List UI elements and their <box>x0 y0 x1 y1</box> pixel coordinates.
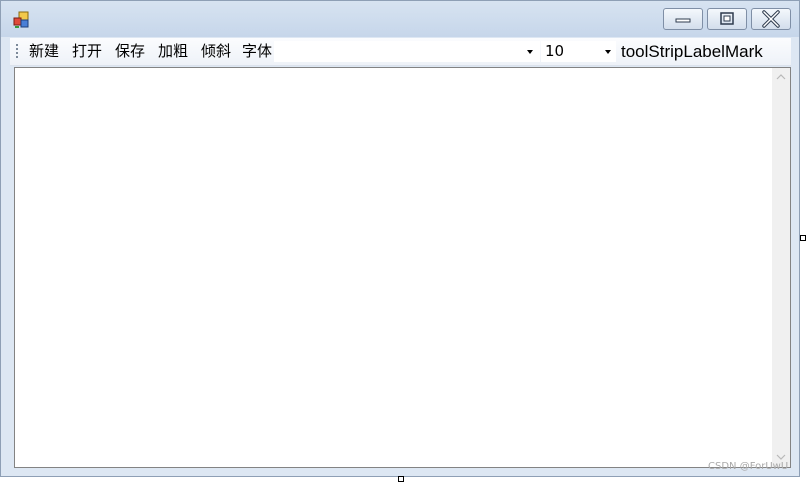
close-icon <box>762 10 780 28</box>
editor-vertical-scrollbar[interactable] <box>772 67 791 468</box>
resize-handle-right[interactable] <box>800 235 806 241</box>
font-button[interactable]: 字体 <box>242 38 272 65</box>
maximize-button[interactable] <box>707 8 747 30</box>
main-window: 新建 打开 保存 加粗 倾斜 字体 10 toolStripLabelMark <box>0 0 800 477</box>
size-combo[interactable]: 10 <box>541 41 616 62</box>
watermark-text: CSDN @ForUwU <box>708 461 789 472</box>
size-combo-arrow-icon[interactable] <box>605 50 611 54</box>
close-button[interactable] <box>751 8 791 30</box>
minimize-button[interactable] <box>663 8 703 30</box>
toolstrip-label-mark: toolStripLabelMark <box>621 42 763 61</box>
bold-button[interactable]: 加粗 <box>158 38 188 65</box>
minimize-icon <box>675 18 691 23</box>
editor-textbox[interactable] <box>14 67 772 468</box>
open-button[interactable]: 打开 <box>72 38 102 65</box>
size-combo-value: 10 <box>545 42 565 60</box>
scroll-down-arrow-icon[interactable] <box>776 454 786 460</box>
font-combo[interactable] <box>274 41 540 62</box>
title-bar[interactable] <box>1 1 799 37</box>
tool-strip: 新建 打开 保存 加粗 倾斜 字体 10 toolStripLabelMark <box>10 38 791 66</box>
save-button[interactable]: 保存 <box>115 38 145 65</box>
form-app-icon <box>13 11 29 28</box>
toolstrip-grip-icon[interactable] <box>16 44 19 60</box>
font-combo-arrow-icon[interactable] <box>527 50 533 54</box>
maximize-icon <box>720 12 734 25</box>
italic-button[interactable]: 倾斜 <box>201 38 231 65</box>
resize-handle-bottom[interactable] <box>398 476 404 482</box>
scroll-up-arrow-icon[interactable] <box>776 74 786 80</box>
new-button[interactable]: 新建 <box>29 38 59 65</box>
